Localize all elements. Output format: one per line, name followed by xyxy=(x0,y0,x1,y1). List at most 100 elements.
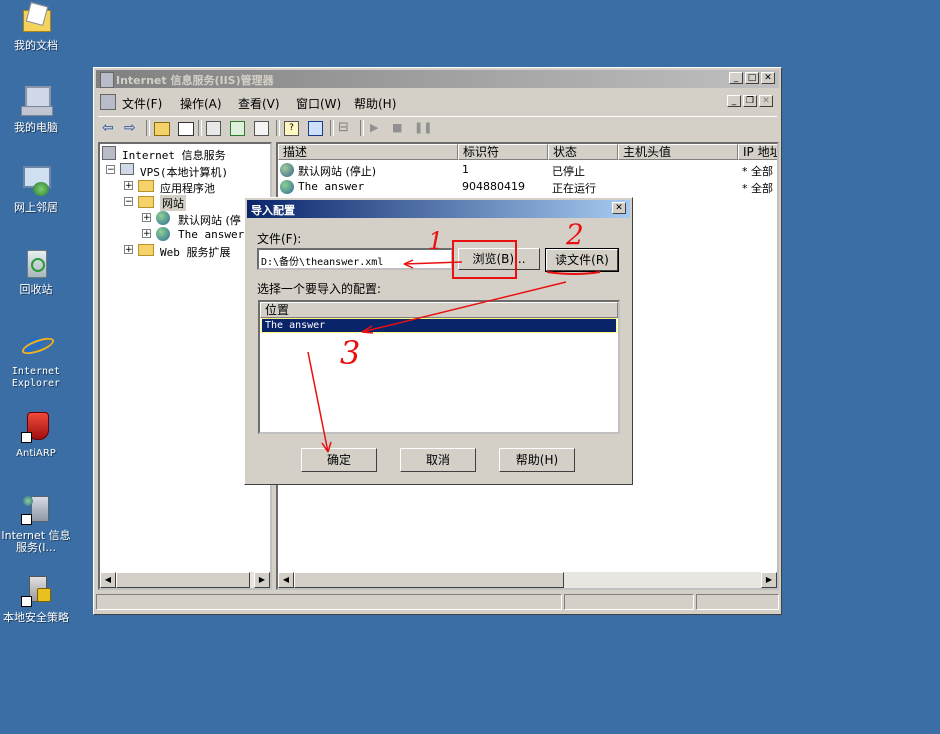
expand-icon[interactable]: + xyxy=(124,181,133,191)
tree-label: The answer xyxy=(178,228,245,241)
row-ip: * 全部 xyxy=(742,182,773,195)
tree-app-pools[interactable]: + 应用程序池 xyxy=(124,178,264,195)
desktop-icon-label: 本地安全策略 xyxy=(3,611,69,624)
action-pane-icon[interactable] xyxy=(308,121,323,136)
dialog-title: 导入配置 xyxy=(251,204,295,217)
properties-icon[interactable] xyxy=(206,121,221,136)
list-row[interactable]: 默认网站 (停止) 1 已停止 * 全部 xyxy=(280,162,776,178)
desktop-icon-my-computer[interactable]: 我的电脑 xyxy=(0,84,72,134)
menu-file[interactable]: 文件(F) xyxy=(122,95,162,112)
folder-icon xyxy=(138,244,154,256)
read-file-button[interactable]: 读文件(R) xyxy=(545,248,619,272)
list-row[interactable]: The answer 904880419 正在运行 * 全部 xyxy=(280,179,776,195)
desktop-icon-antiarp[interactable]: ↗ AntiARP xyxy=(0,410,72,460)
column-header-ip[interactable]: IP 地址 xyxy=(738,144,777,160)
toolbar-separator xyxy=(330,120,334,136)
expand-icon[interactable]: + xyxy=(142,229,151,239)
folder-icon xyxy=(138,196,154,208)
menu-view[interactable]: 查看(V) xyxy=(238,95,280,112)
column-header-host[interactable]: 主机头值 xyxy=(618,144,738,160)
column-header-id[interactable]: 标识符 xyxy=(458,144,548,160)
browse-button[interactable]: 浏览(B)... xyxy=(458,248,540,270)
desktop-icon-recycle-bin[interactable]: 回收站 xyxy=(0,246,72,296)
tree-label: Internet 信息服务 xyxy=(122,149,226,162)
globe-icon xyxy=(280,163,294,177)
desktop-icon-label: Internet Explorer xyxy=(11,366,61,389)
scroll-right-icon[interactable]: ▶ xyxy=(761,572,777,588)
my-computer-icon xyxy=(19,84,53,118)
desktop-icon-ie[interactable]: e Internet Explorer xyxy=(0,328,72,390)
help-icon[interactable]: ? xyxy=(284,121,299,136)
desktop-icon-my-documents[interactable]: 我的文档 xyxy=(0,2,72,52)
menu-help[interactable]: 帮助(H) xyxy=(354,95,396,112)
antiarp-shield-icon: ↗ xyxy=(19,410,53,444)
status-panel xyxy=(564,594,694,610)
back-arrow-icon[interactable]: ⇦ xyxy=(102,120,118,136)
scroll-left-icon[interactable]: ◀ xyxy=(278,572,294,588)
select-config-label: 选择一个要导入的配置: xyxy=(257,282,382,296)
tree-web-extensions[interactable]: + Web 服务扩展 xyxy=(124,242,264,259)
expand-icon[interactable]: + xyxy=(124,245,133,255)
my-documents-icon xyxy=(19,2,53,36)
globe-icon xyxy=(156,211,170,225)
maximize-button[interactable]: □ xyxy=(745,72,759,84)
export-list-icon[interactable] xyxy=(254,121,269,136)
cancel-button[interactable]: 取消 xyxy=(400,448,476,472)
scroll-left-icon[interactable]: ◀ xyxy=(100,572,116,588)
desktop-icon-local-security[interactable]: ↗ 本地安全策略 xyxy=(0,574,72,624)
child-minimize-button[interactable]: _ xyxy=(727,95,741,107)
child-restore-button[interactable]: ❐ xyxy=(743,95,757,107)
mdi-child-icon[interactable] xyxy=(100,94,116,110)
local-security-policy-icon: ↗ xyxy=(19,574,53,608)
show-tree-icon[interactable] xyxy=(178,122,194,136)
config-list-item[interactable]: The answer xyxy=(261,318,617,333)
computer-icon[interactable]: ⊟ xyxy=(338,120,354,136)
row-state: 正在运行 xyxy=(552,182,596,195)
recycle-bin-icon xyxy=(19,246,53,280)
globe-icon xyxy=(280,180,294,194)
network-places-icon xyxy=(19,164,53,198)
scroll-thumb[interactable] xyxy=(116,572,250,588)
pause-icon[interactable]: ❚❚ xyxy=(414,120,432,136)
tree-hscrollbar[interactable]: ◀ ▶ xyxy=(100,572,270,588)
stop-icon[interactable]: ■ xyxy=(392,120,408,136)
desktop-icon-network[interactable]: 网上邻居 xyxy=(0,164,72,214)
child-close-button[interactable]: ✕ xyxy=(759,95,773,107)
collapse-icon[interactable]: − xyxy=(106,165,115,175)
dialog-close-button[interactable]: ✕ xyxy=(612,202,626,214)
up-folder-icon[interactable] xyxy=(154,122,170,136)
tree-websites[interactable]: − 网站 xyxy=(124,194,264,211)
file-label: 文件(F): xyxy=(257,232,302,246)
help-button[interactable]: 帮助(H) xyxy=(499,448,575,472)
file-path-input[interactable]: D:\备份\theanswer.xml xyxy=(257,248,453,270)
collapse-icon[interactable]: − xyxy=(124,197,133,207)
scroll-right-icon[interactable]: ▶ xyxy=(254,572,270,588)
column-header-state[interactable]: 状态 xyxy=(548,144,618,160)
config-list[interactable]: 位置 The answer xyxy=(258,300,620,434)
window-titlebar[interactable]: Internet 信息服务(IIS)管理器 _ □ ✕ xyxy=(96,70,779,88)
close-button[interactable]: ✕ xyxy=(761,72,775,84)
desktop-icon-label: AntiARP xyxy=(16,448,56,459)
column-header-location[interactable]: 位置 xyxy=(260,302,618,318)
ok-button[interactable]: 确定 xyxy=(301,448,377,472)
file-path-value: D:\备份\theanswer.xml xyxy=(261,257,384,268)
globe-icon xyxy=(156,227,170,241)
toolbar: ⇦ ⇨ ? ⊟ ▶ ■ ❚❚ xyxy=(98,116,777,139)
toolbar-separator xyxy=(360,120,364,136)
menu-action[interactable]: 操作(A) xyxy=(180,95,222,112)
menu-window[interactable]: 窗口(W) xyxy=(296,95,341,112)
list-hscrollbar[interactable]: ◀ ▶ xyxy=(278,572,777,588)
tree-computer[interactable]: − VPS(本地计算机) xyxy=(106,162,266,179)
menu-bar: 文件(F) 操作(A) 查看(V) 窗口(W) 帮助(H) _ ❐ ✕ xyxy=(98,92,777,112)
dialog-titlebar[interactable]: 导入配置 ✕ xyxy=(247,200,630,218)
tree-label: 网站 xyxy=(160,195,186,211)
minimize-button[interactable]: _ xyxy=(729,72,743,84)
desktop-icon-label: Internet 信息服务(I... xyxy=(1,529,71,554)
expand-icon[interactable]: + xyxy=(142,213,151,223)
start-icon[interactable]: ▶ xyxy=(370,120,386,136)
refresh-icon[interactable] xyxy=(230,121,245,136)
forward-arrow-icon[interactable]: ⇨ xyxy=(124,120,140,136)
desktop-icon-iis[interactable]: ↗ Internet 信息服务(I... xyxy=(0,492,72,554)
scroll-thumb[interactable] xyxy=(294,572,564,588)
column-header-desc[interactable]: 描述 xyxy=(278,144,458,160)
